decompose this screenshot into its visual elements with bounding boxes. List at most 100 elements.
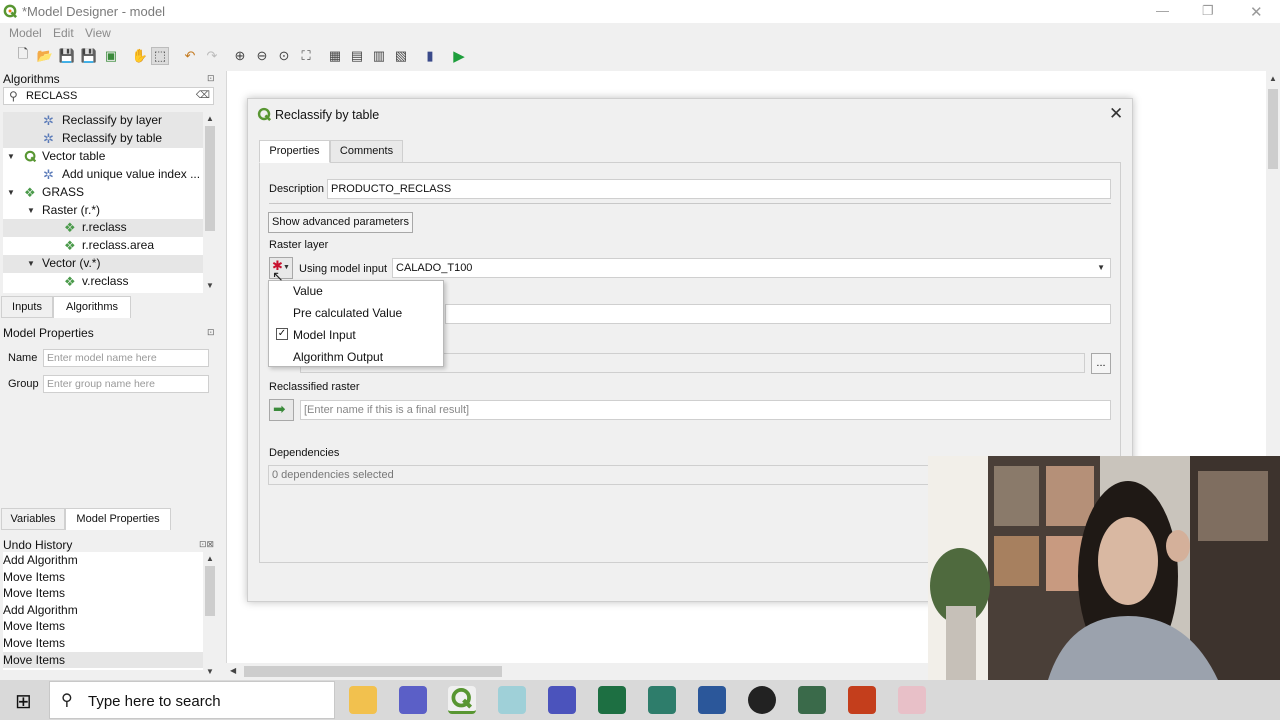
run-model-icon[interactable]: ▶ [450,47,468,65]
file-explorer-icon[interactable] [349,686,377,714]
zoom-out-icon[interactable]: ⊖ [253,47,271,65]
open-model-icon[interactable]: 📂 [36,47,54,65]
tree-item-grass[interactable]: ▼ ❖ GRASS [3,184,203,202]
undo-item[interactable]: Move Items [3,651,203,669]
generic-app-icon[interactable] [498,686,526,714]
output-mode-button[interactable]: ➡ [269,399,294,421]
snipping-tool-icon[interactable] [898,686,926,714]
model-group-input[interactable]: Enter group name here [43,375,209,393]
tree-item-vector-table[interactable]: ▼ Vector table [3,148,203,166]
scroll-down-icon[interactable]: ▼ [206,281,214,290]
scroll-left-icon[interactable]: ◀ [230,666,236,675]
close-dialog-icon[interactable]: ✕ [1109,104,1123,124]
zoom-full-icon[interactable]: ⛶ [297,47,315,65]
raster-layer-select[interactable]: CALADO_T100 ▼ [392,258,1111,278]
export-pdf-icon[interactable]: ▤ [348,47,366,65]
teams-classic-icon[interactable] [548,686,576,714]
parameter-input[interactable] [445,304,1111,324]
tab-algorithms[interactable]: Algorithms [53,296,131,318]
undo-icon[interactable]: ↶ [181,47,199,65]
tree-item-reclassify-by-layer[interactable]: ✲ Reclassify by layer [3,112,203,130]
menu-item-algorithm-output[interactable]: Algorithm Output [269,347,443,369]
show-advanced-parameters-button[interactable]: Show advanced parameters [268,212,413,233]
taskbar-search-input[interactable]: ⚲ Type here to search [49,681,335,719]
tree-item-r-reclass-area[interactable]: ❖ r.reclass.area [3,237,203,255]
undo-item[interactable]: Add Algorithm [3,602,203,619]
tab-comments[interactable]: Comments [330,140,403,163]
collapse-arrow-icon[interactable]: ▼ [27,255,35,272]
tree-item-r-reclass[interactable]: ❖ r.reclass [3,219,203,237]
scroll-thumb[interactable] [205,126,215,231]
select-items-icon[interactable]: ⬚ [151,47,169,65]
qgis-taskbar-icon[interactable] [448,686,476,714]
export-python-icon[interactable]: ▧ [392,47,410,65]
save-as-icon[interactable]: 💾 [80,47,98,65]
float-panel-icon[interactable]: ⊡⊠ [199,539,214,550]
tab-variables[interactable]: Variables [1,508,65,530]
excel-icon[interactable] [598,686,626,714]
word-icon[interactable] [698,686,726,714]
undo-scrollbar[interactable]: ▲ ▼ [203,552,217,679]
menu-model[interactable]: Model [9,26,42,40]
save-to-project-icon[interactable]: ▣ [102,47,120,65]
tree-item-v-reclass[interactable]: ❖ v.reclass [3,273,203,291]
restore-button[interactable]: ❐ [1202,3,1214,19]
webcam-picture [928,456,1280,680]
edit-help-icon[interactable]: ▮ [421,47,439,65]
scroll-thumb[interactable] [1268,89,1278,169]
undo-item[interactable]: Add Algorithm [3,552,203,569]
float-panel-icon[interactable]: ⊡ [207,327,215,338]
tree-item-reclassify-by-table[interactable]: ✲ Reclassify by table [3,130,203,148]
hec-ras-icon[interactable] [648,686,676,714]
menu-edit[interactable]: Edit [53,26,74,40]
new-model-icon[interactable]: 🗋 [14,46,32,65]
minimize-button[interactable]: — [1156,3,1169,18]
undo-history-list: Add Algorithm Move Items Move Items Add … [3,552,203,670]
layers-app-icon[interactable] [798,686,826,714]
tab-inputs[interactable]: Inputs [1,296,53,318]
undo-item[interactable]: Move Items [3,618,203,635]
tab-properties[interactable]: Properties [259,140,330,163]
undo-item[interactable]: Move Items [3,585,203,602]
undo-item[interactable]: Move Items [3,569,203,586]
model-name-input[interactable]: Enter model name here [43,349,209,367]
redo-icon[interactable]: ↷ [203,47,221,65]
menu-view[interactable]: View [85,26,111,40]
zoom-in-icon[interactable]: ⊕ [231,47,249,65]
collapse-arrow-icon[interactable]: ▼ [27,202,35,219]
menu-item-model-input[interactable]: ✓ Model Input [269,325,443,347]
tree-item-add-unique-value-index[interactable]: ✲ Add unique value index ... [3,166,203,184]
save-model-icon[interactable]: 💾 [58,47,76,65]
scroll-thumb[interactable] [205,566,215,616]
export-svg-icon[interactable]: ▥ [370,47,388,65]
zoom-actual-icon[interactable]: ⊙ [275,47,293,65]
tree-item-raster[interactable]: ▼ Raster (r.*) [3,202,203,220]
menu-item-value[interactable]: Value [269,281,443,303]
teams-icon[interactable] [399,686,427,714]
export-image-icon[interactable]: ▦ [326,47,344,65]
tree-scrollbar[interactable]: ▲ ▼ [203,112,217,293]
scroll-up-icon[interactable]: ▲ [206,114,214,123]
collapse-arrow-icon[interactable]: ▼ [7,148,15,165]
scroll-up-icon[interactable]: ▲ [1269,74,1277,83]
windows-start-icon[interactable]: ⊞ [15,689,32,714]
scroll-thumb[interactable] [244,666,502,677]
collapse-arrow-icon[interactable]: ▼ [7,184,15,201]
powerpoint-icon[interactable] [848,686,876,714]
obs-icon[interactable] [748,686,776,714]
browse-button[interactable]: ... [1091,353,1111,374]
algorithm-search-input[interactable]: ⚲ RECLASS ⌫ [3,87,214,105]
menu-item-pre-calculated-value[interactable]: Pre calculated Value [269,303,443,325]
close-window-button[interactable]: ✕ [1250,3,1263,21]
description-input[interactable]: PRODUCTO_RECLASS [327,179,1111,199]
scroll-up-icon[interactable]: ▲ [206,554,214,563]
undo-item[interactable]: Move Items [3,635,203,652]
clear-search-icon[interactable]: ⌫ [196,90,210,101]
float-panel-icon[interactable]: ⊡ [207,73,215,84]
tab-model-properties[interactable]: Model Properties [65,508,171,530]
pan-icon[interactable]: ✋ [131,47,149,65]
qgis-logo-icon [257,107,272,122]
scroll-down-icon[interactable]: ▼ [206,667,214,676]
tree-item-vector[interactable]: ▼ Vector (v.*) [3,255,203,273]
reclassified-raster-input[interactable]: [Enter name if this is a final result] [300,400,1111,420]
